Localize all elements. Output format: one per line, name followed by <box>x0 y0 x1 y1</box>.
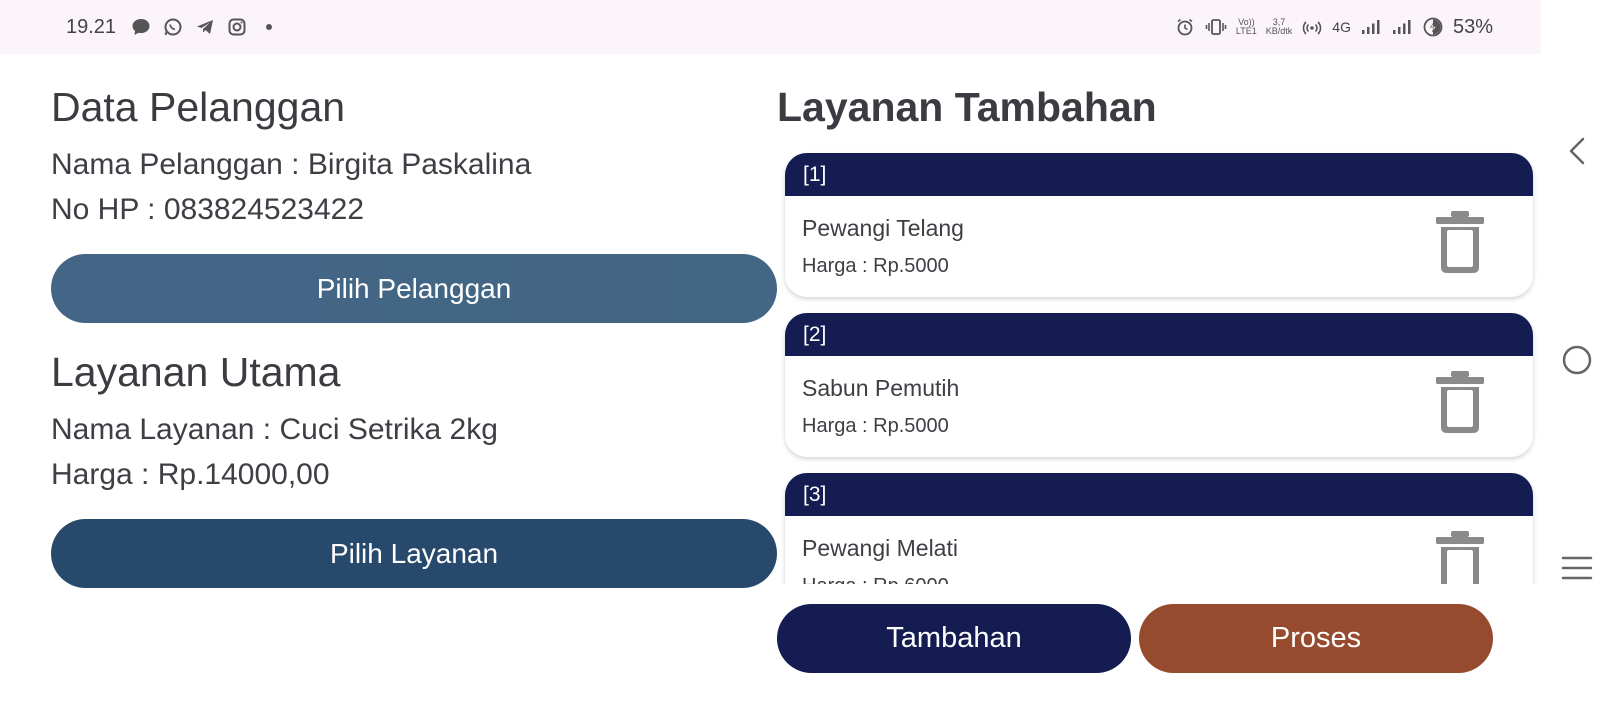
left-column: Data Pelanggan Nama Pelanggan : Birgita … <box>51 82 777 588</box>
delete-item-button[interactable] <box>1433 529 1487 584</box>
extra-service-index: [3] <box>785 473 1533 516</box>
hotspot-icon <box>1301 16 1323 38</box>
extra-service-name: Pewangi Telang <box>802 215 964 241</box>
main-service-section-title: Layanan Utama <box>51 349 341 395</box>
delete-item-button[interactable] <box>1433 369 1487 435</box>
main-service-name: Nama Layanan : Cuci Setrika 2kg <box>51 413 498 446</box>
recents-button[interactable] <box>1555 546 1599 590</box>
network-type: 4G <box>1332 19 1351 35</box>
back-icon <box>1569 137 1585 165</box>
select-service-button[interactable]: Pilih Layanan <box>51 519 777 588</box>
customer-name: Nama Pelanggan : Birgita Paskalina <box>51 148 532 181</box>
navigation-rail <box>1541 0 1612 720</box>
delete-item-button[interactable] <box>1433 209 1487 275</box>
signal-icon <box>1391 16 1413 38</box>
extra-service-name: Sabun Pemutih <box>802 375 960 401</box>
extra-service-card: [2] Sabun Pemutih Harga : Rp.5000 <box>785 313 1533 457</box>
add-extra-button[interactable]: Tambahan <box>777 604 1131 673</box>
trash-icon <box>1436 371 1484 433</box>
action-row: Tambahan Proses <box>777 604 1493 673</box>
recents-icon <box>1561 556 1593 580</box>
back-button[interactable] <box>1555 129 1599 173</box>
trash-icon <box>1436 531 1484 584</box>
home-icon <box>1562 345 1592 375</box>
status-right: Vo)) LTE1 3,7 KB/dtk 4G 53% <box>1174 16 1493 39</box>
extra-service-name: Pewangi Melati <box>802 535 958 561</box>
trash-icon <box>1436 211 1484 273</box>
app-screen: 19.21 Vo)) LTE1 3,7 KB/dtk 4G 53% Data P… <box>0 0 1612 720</box>
extra-service-index: [1] <box>785 153 1533 196</box>
home-button[interactable] <box>1555 338 1599 382</box>
battery-charging-icon <box>1422 16 1444 38</box>
select-customer-button[interactable]: Pilih Pelanggan <box>51 254 777 323</box>
alarm-icon <box>1174 16 1196 38</box>
message-icon <box>130 16 152 38</box>
extra-services-title: Layanan Tambahan <box>777 84 1157 130</box>
volte-indicator: Vo)) LTE1 <box>1236 18 1257 36</box>
vibrate-icon <box>1205 16 1227 38</box>
customer-section-title: Data Pelanggan <box>51 84 346 130</box>
process-button[interactable]: Proses <box>1139 604 1493 673</box>
signal-icon <box>1360 16 1382 38</box>
extra-service-index: [2] <box>785 313 1533 356</box>
whatsapp-icon <box>162 16 184 38</box>
extra-service-price: Harga : Rp.5000 <box>802 415 949 437</box>
status-bar: 19.21 Vo)) LTE1 3,7 KB/dtk 4G 53% <box>0 0 1541 54</box>
instagram-icon <box>226 16 248 38</box>
net-speed-unit: KB/dtk <box>1265 26 1293 36</box>
extra-service-card: [1] Pewangi Telang Harga : Rp.5000 <box>785 153 1533 297</box>
main-service-price: Harga : Rp.14000,00 <box>51 458 330 491</box>
customer-phone: No HP : 083824523422 <box>51 193 365 226</box>
net-speed: 3,7 KB/dtk <box>1266 18 1293 36</box>
status-time: 19.21 <box>66 15 117 38</box>
extra-service-price: Harga : Rp.6000 <box>802 575 949 584</box>
dot-icon <box>258 16 280 38</box>
extra-services-list[interactable]: [1] Pewangi Telang Harga : Rp.5000 [2] S… <box>777 148 1539 584</box>
status-left: 19.21 <box>66 16 280 39</box>
extra-service-card: [3] Pewangi Melati Harga : Rp.6000 <box>785 473 1533 584</box>
telegram-icon <box>194 16 216 38</box>
volte-bottom-text: LTE1 <box>1235 26 1257 36</box>
battery-percent: 53% <box>1452 15 1493 38</box>
extra-service-price: Harga : Rp.5000 <box>802 255 949 277</box>
